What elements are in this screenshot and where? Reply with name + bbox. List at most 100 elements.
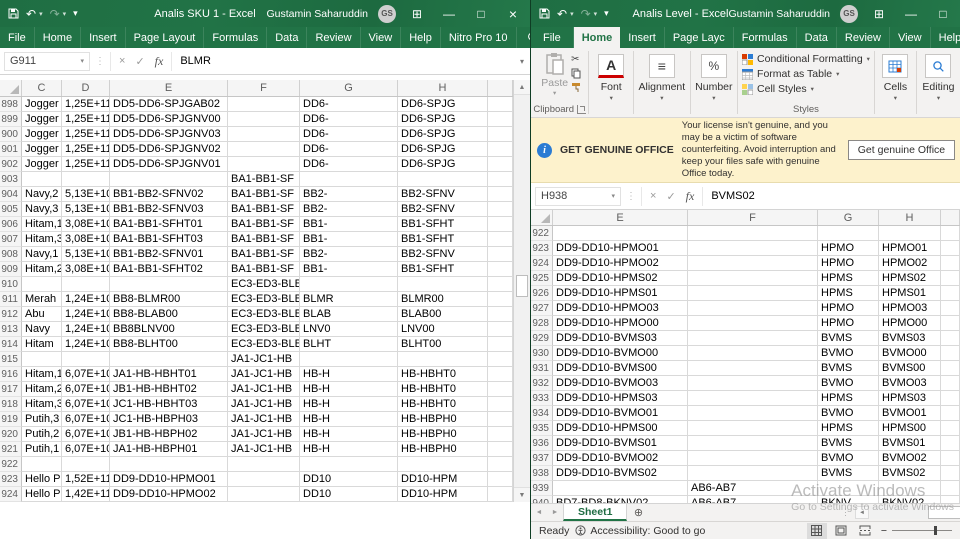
cell[interactable]: BB8-BLAB00: [110, 307, 228, 322]
cell[interactable]: [688, 271, 818, 286]
cell[interactable]: [488, 247, 513, 262]
cell[interactable]: [110, 352, 228, 367]
name-box[interactable]: G911 ▾: [4, 51, 90, 71]
worksheet-grid[interactable]: 898 Jogger Ab 1,25E+11 DD5-DD6-SPJGAB02 …: [0, 97, 513, 502]
cell[interactable]: [553, 481, 688, 496]
row-number[interactable]: 920: [0, 427, 22, 442]
cell[interactable]: EC3-ED3-BLB: [228, 307, 300, 322]
zoom-slider-thumb[interactable]: [934, 526, 937, 535]
ribbon-tab-active[interactable]: Home: [573, 27, 621, 48]
zoom-out-icon[interactable]: −: [881, 525, 887, 537]
row-number[interactable]: 924: [0, 487, 22, 502]
cell[interactable]: JA1-JC1-HB: [228, 427, 300, 442]
cell[interactable]: [941, 496, 960, 503]
row-number[interactable]: 911: [0, 292, 22, 307]
cell[interactable]: 6,07E+10: [62, 397, 110, 412]
cell[interactable]: BA1-BB1-SF: [228, 262, 300, 277]
cell[interactable]: DD9-DD10-HPMO03: [553, 301, 688, 316]
cell[interactable]: DD6-SPJG: [398, 97, 488, 112]
cell[interactable]: BVMS: [818, 466, 879, 481]
row-number[interactable]: 900: [0, 127, 22, 142]
cell[interactable]: JA1-JC1-HB: [228, 442, 300, 457]
scroll-down-icon[interactable]: ▼: [514, 487, 530, 502]
row-number[interactable]: 929: [531, 331, 553, 346]
customize-qat-icon[interactable]: ▾: [604, 9, 609, 18]
ribbon-tab[interactable]: Page Layc: [665, 27, 734, 48]
cell[interactable]: JA1-JC1-HB: [228, 412, 300, 427]
row-number[interactable]: 910: [0, 277, 22, 292]
row-number[interactable]: 899: [0, 112, 22, 127]
cell[interactable]: HPMS01: [879, 286, 941, 301]
cell[interactable]: [941, 316, 960, 331]
cell-styles-button[interactable]: Cell Styles ▾: [742, 83, 814, 95]
cell[interactable]: DD9-DD10-BVMS00: [553, 361, 688, 376]
cell[interactable]: BA1-BB1-SF: [228, 202, 300, 217]
cell[interactable]: [688, 316, 818, 331]
paste-dropdown-icon[interactable]: ▾: [553, 89, 556, 97]
accessibility-status[interactable]: Accessibility: Good to go: [575, 525, 705, 537]
cell[interactable]: [688, 376, 818, 391]
cell[interactable]: HB-HBPH0: [398, 427, 488, 442]
cell[interactable]: [228, 472, 300, 487]
ribbon-tab[interactable]: Data: [797, 27, 837, 48]
paste-button[interactable]: Paste ▾: [541, 52, 568, 97]
cell[interactable]: BB2-SFNV: [398, 247, 488, 262]
cell[interactable]: [688, 256, 818, 271]
close-button[interactable]: ×: [502, 6, 524, 22]
row-number[interactable]: 928: [531, 316, 553, 331]
cell[interactable]: DD9-DD10-BVMO02: [553, 451, 688, 466]
cell[interactable]: BA1-BB1-SFHT01: [110, 217, 228, 232]
column-header[interactable]: H: [879, 210, 941, 225]
cell[interactable]: HPMO: [818, 316, 879, 331]
cell[interactable]: [941, 361, 960, 376]
cell[interactable]: DD6-: [300, 112, 398, 127]
cell[interactable]: [228, 157, 300, 172]
cell[interactable]: BVMS00: [879, 361, 941, 376]
cell[interactable]: DD10: [300, 472, 398, 487]
horizontal-scroll-thumb[interactable]: [928, 506, 960, 519]
cell[interactable]: HB-H: [300, 397, 398, 412]
cell[interactable]: Hitam,1: [22, 217, 62, 232]
cell[interactable]: 1,25E+11: [62, 127, 110, 142]
cell[interactable]: EC3-ED3-BLB: [228, 277, 300, 292]
cell[interactable]: [110, 457, 228, 472]
cell[interactable]: [941, 436, 960, 451]
cell[interactable]: [688, 361, 818, 376]
cell[interactable]: BD7-BD8-BKNV02: [553, 496, 688, 503]
cell[interactable]: JA1-HB-HBHT01: [110, 367, 228, 382]
tab-splitter-grip[interactable]: ⋮: [837, 504, 854, 521]
cell[interactable]: Hitam,2: [22, 262, 62, 277]
cell[interactable]: BVMS: [818, 361, 879, 376]
row-number[interactable]: 921: [0, 442, 22, 457]
cell[interactable]: [688, 331, 818, 346]
row-number[interactable]: 912: [0, 307, 22, 322]
cell[interactable]: [688, 391, 818, 406]
cell[interactable]: BB1-BB2-SFNV03: [110, 202, 228, 217]
cell[interactable]: JA1-JC1-HB: [228, 382, 300, 397]
cell[interactable]: [941, 271, 960, 286]
cell[interactable]: LNV00: [398, 322, 488, 337]
cell[interactable]: [488, 427, 513, 442]
row-number[interactable]: 906: [0, 217, 22, 232]
cell[interactable]: DD5-DD6-SPJGNV02: [110, 142, 228, 157]
cell[interactable]: [228, 457, 300, 472]
scroll-up-icon[interactable]: ▲: [514, 80, 530, 95]
cell[interactable]: Navy,3: [22, 202, 62, 217]
row-number[interactable]: 934: [531, 406, 553, 421]
cell[interactable]: [879, 481, 941, 496]
cancel-entry-icon[interactable]: ×: [119, 55, 125, 67]
new-sheet-icon[interactable]: ⊕: [627, 504, 649, 521]
cell[interactable]: 5,13E+10: [62, 247, 110, 262]
cell[interactable]: 6,07E+10: [62, 427, 110, 442]
select-all-corner[interactable]: [0, 80, 22, 96]
insert-function-icon[interactable]: fx: [686, 189, 695, 204]
select-all-corner[interactable]: [531, 210, 553, 225]
cell[interactable]: [688, 451, 818, 466]
cell[interactable]: Jogger Hit: [22, 157, 62, 172]
cell[interactable]: DD9-DD10-HPMO02: [553, 256, 688, 271]
cell[interactable]: DD9-DD10-HPMS02: [553, 271, 688, 286]
user-name[interactable]: Gustamin Saharuddin: [266, 8, 368, 20]
cell[interactable]: DD5-DD6-SPJGAB02: [110, 97, 228, 112]
cell[interactable]: 1,24E+10: [62, 292, 110, 307]
cell[interactable]: BVMO: [818, 451, 879, 466]
